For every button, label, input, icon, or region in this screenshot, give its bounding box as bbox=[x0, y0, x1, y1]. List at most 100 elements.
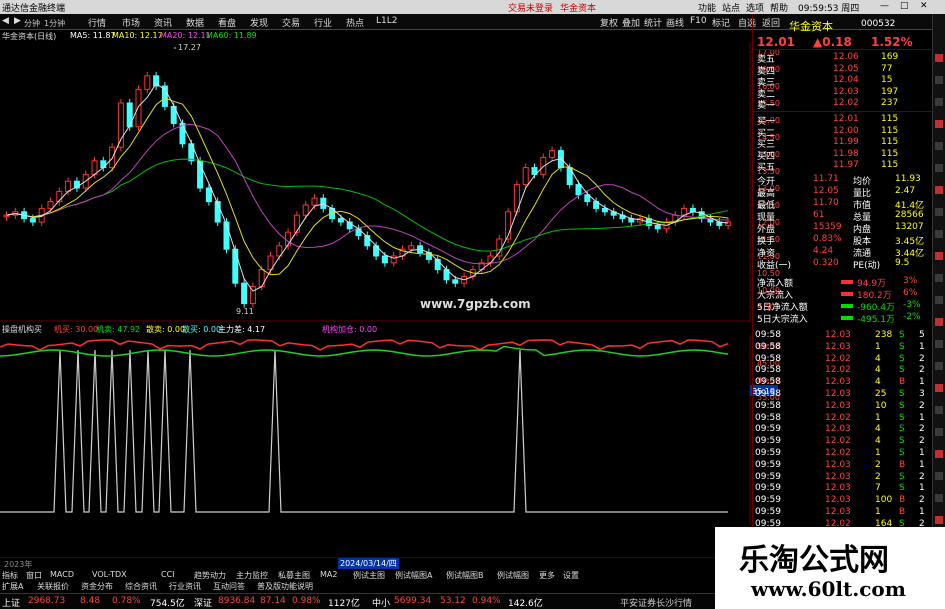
sidebar-tool-icon[interactable] bbox=[935, 494, 943, 502]
indicator-tab[interactable]: 例试幅图A bbox=[395, 570, 432, 581]
index-sz-label: 深证 bbox=[194, 599, 213, 609]
tool-overlay[interactable]: 叠加 bbox=[622, 16, 640, 29]
sidebar-tool-icon[interactable] bbox=[935, 98, 943, 106]
tick-price: 12.03 bbox=[825, 507, 851, 517]
tick-volume: 2 bbox=[875, 459, 881, 470]
tick-volume: 4 bbox=[875, 377, 881, 388]
index-sz-amount: 1127亿 bbox=[328, 599, 360, 609]
bid-volume: 115 bbox=[881, 125, 899, 136]
sidebar-tool-icon[interactable] bbox=[935, 142, 943, 150]
tick-side: S bbox=[899, 400, 905, 411]
trade-login-link[interactable]: 交易未登录 bbox=[508, 1, 553, 14]
sidebar-tool-icon[interactable] bbox=[935, 406, 943, 414]
indicator-tab[interactable]: 例试幅图B bbox=[446, 570, 484, 581]
minimize-icon[interactable]: — bbox=[880, 1, 889, 11]
sidebar-tool-icon[interactable] bbox=[935, 428, 943, 436]
tick-price: 12.03 bbox=[825, 330, 851, 340]
sidebar-tool-icon[interactable] bbox=[935, 274, 943, 282]
tool-stats[interactable]: 统计 bbox=[644, 16, 662, 29]
period-tab[interactable]: 1分钟 bbox=[44, 18, 65, 29]
sidebar-tool-icon[interactable] bbox=[935, 296, 943, 304]
tick-volume: 100 bbox=[875, 495, 893, 506]
sidebar-tool-icon[interactable] bbox=[935, 450, 943, 458]
sidebar-tool-icon[interactable] bbox=[935, 76, 943, 84]
menu-function[interactable]: 功能 bbox=[698, 1, 716, 14]
sidebar-tool-icon[interactable] bbox=[935, 252, 943, 260]
tick-count: 2 bbox=[919, 436, 925, 447]
ask-label: 卖二 bbox=[757, 89, 776, 100]
sidebar-tool-icon[interactable] bbox=[935, 384, 943, 392]
tick-count: 3 bbox=[919, 389, 925, 399]
bid-price: 12.00 bbox=[833, 125, 859, 136]
indicator-tab[interactable]: 趋势动力 bbox=[194, 570, 226, 581]
close-icon[interactable]: ✕ bbox=[920, 1, 928, 11]
sidebar-tool-icon[interactable] bbox=[935, 164, 943, 172]
extension-tab[interactable]: 关联报价 bbox=[37, 581, 69, 592]
flow-pct: -3% bbox=[903, 300, 921, 310]
indicator-v5: 主力差: 4.17 bbox=[218, 325, 266, 334]
sidebar-tool-icon[interactable] bbox=[935, 208, 943, 216]
indicator-chart[interactable]: 50.0045.0040.0035.00 35.10 bbox=[0, 335, 780, 525]
sidebar-tool-icon[interactable] bbox=[935, 230, 943, 238]
extension-tab[interactable]: 扩展A bbox=[2, 581, 23, 592]
menu-options[interactable]: 选项 bbox=[746, 1, 764, 14]
indicator-tab[interactable]: VOL-TDX bbox=[92, 570, 127, 579]
tick-volume: 1 bbox=[875, 448, 881, 458]
stat-label: 最低 bbox=[757, 201, 776, 211]
sidebar-tool-icon[interactable] bbox=[935, 516, 943, 524]
indicator-tab[interactable]: 私募主图 bbox=[278, 570, 310, 581]
kline-chart[interactable]: 17.0016.5016.0015.5015.0014.5014.0013.50… bbox=[0, 42, 780, 322]
indicator-tab[interactable]: MACD bbox=[50, 570, 74, 579]
right-toolbar[interactable] bbox=[932, 14, 945, 593]
tick-side: S bbox=[899, 436, 905, 447]
tool-mark[interactable]: 标记 bbox=[712, 16, 730, 29]
indicator-tab[interactable]: 更多 bbox=[539, 570, 555, 581]
menu-help[interactable]: 帮助 bbox=[770, 1, 788, 14]
indicator-tab[interactable]: 主力监控 bbox=[236, 570, 268, 581]
tick-time: 09:58 bbox=[755, 400, 781, 411]
menu-site[interactable]: 站点 bbox=[722, 1, 740, 14]
tick-price: 12.02 bbox=[825, 353, 851, 364]
stat-value: 0.320 bbox=[813, 258, 839, 268]
stat-value: 2.47 bbox=[895, 186, 916, 196]
bid-price: 12.01 bbox=[833, 114, 859, 124]
sidebar-tool-icon[interactable] bbox=[935, 472, 943, 480]
stat-label: 收益(一) bbox=[757, 261, 792, 271]
indicator-tab[interactable]: MA2 bbox=[320, 570, 337, 579]
tool-draw[interactable]: 画线 bbox=[666, 16, 684, 29]
extension-tab[interactable]: 普及版功能说明 bbox=[257, 581, 313, 592]
indicator-tab[interactable]: 例试幅图 bbox=[497, 570, 529, 581]
indicator-v3: 散卖: 0.00 bbox=[146, 325, 186, 334]
maximize-icon[interactable]: □ bbox=[900, 1, 909, 11]
menu-hot[interactable]: 热点 bbox=[346, 16, 364, 29]
flow-value: 180.2万 bbox=[857, 291, 892, 301]
high-marker: 17.27 bbox=[178, 43, 201, 52]
tick-count: 1 bbox=[919, 483, 925, 494]
menu-l1l2[interactable]: L1L2 bbox=[376, 16, 397, 26]
bid-price: 11.97 bbox=[833, 160, 859, 170]
extension-tab[interactable]: 资金分布 bbox=[81, 581, 113, 592]
indicator-tab[interactable]: 窗口 bbox=[26, 570, 42, 581]
tool-f10[interactable]: F10 bbox=[690, 16, 707, 26]
indicator-tab[interactable]: 例试主图 bbox=[353, 570, 385, 581]
indicator-tab[interactable]: CCI bbox=[161, 570, 175, 579]
sidebar-tool-icon[interactable] bbox=[935, 340, 943, 348]
candle bbox=[311, 197, 318, 206]
tick-side: S bbox=[899, 412, 905, 423]
sidebar-tool-icon[interactable] bbox=[935, 120, 943, 128]
indicator-tab[interactable]: 设置 bbox=[563, 570, 579, 581]
last-price: 12.01 bbox=[757, 35, 795, 49]
bid-price: 11.98 bbox=[833, 148, 859, 159]
tool-rights[interactable]: 复权 bbox=[600, 16, 618, 29]
extension-tab[interactable]: 互动问答 bbox=[213, 581, 245, 592]
stat-label: 流通 bbox=[853, 249, 872, 259]
extension-tab[interactable]: 综合资讯 bbox=[125, 581, 157, 592]
sidebar-tool-icon[interactable] bbox=[935, 54, 943, 62]
sidebar-tool-icon[interactable] bbox=[935, 318, 943, 326]
indicator-tab[interactable]: 指标 bbox=[2, 570, 18, 581]
extension-tab[interactable]: 行业资讯 bbox=[169, 581, 201, 592]
sidebar-tool-icon[interactable] bbox=[935, 186, 943, 194]
sidebar-tool-icon[interactable] bbox=[935, 362, 943, 370]
period-tab[interactable]: 分钟 bbox=[24, 18, 40, 29]
tick-time: 09:58 bbox=[755, 330, 781, 340]
